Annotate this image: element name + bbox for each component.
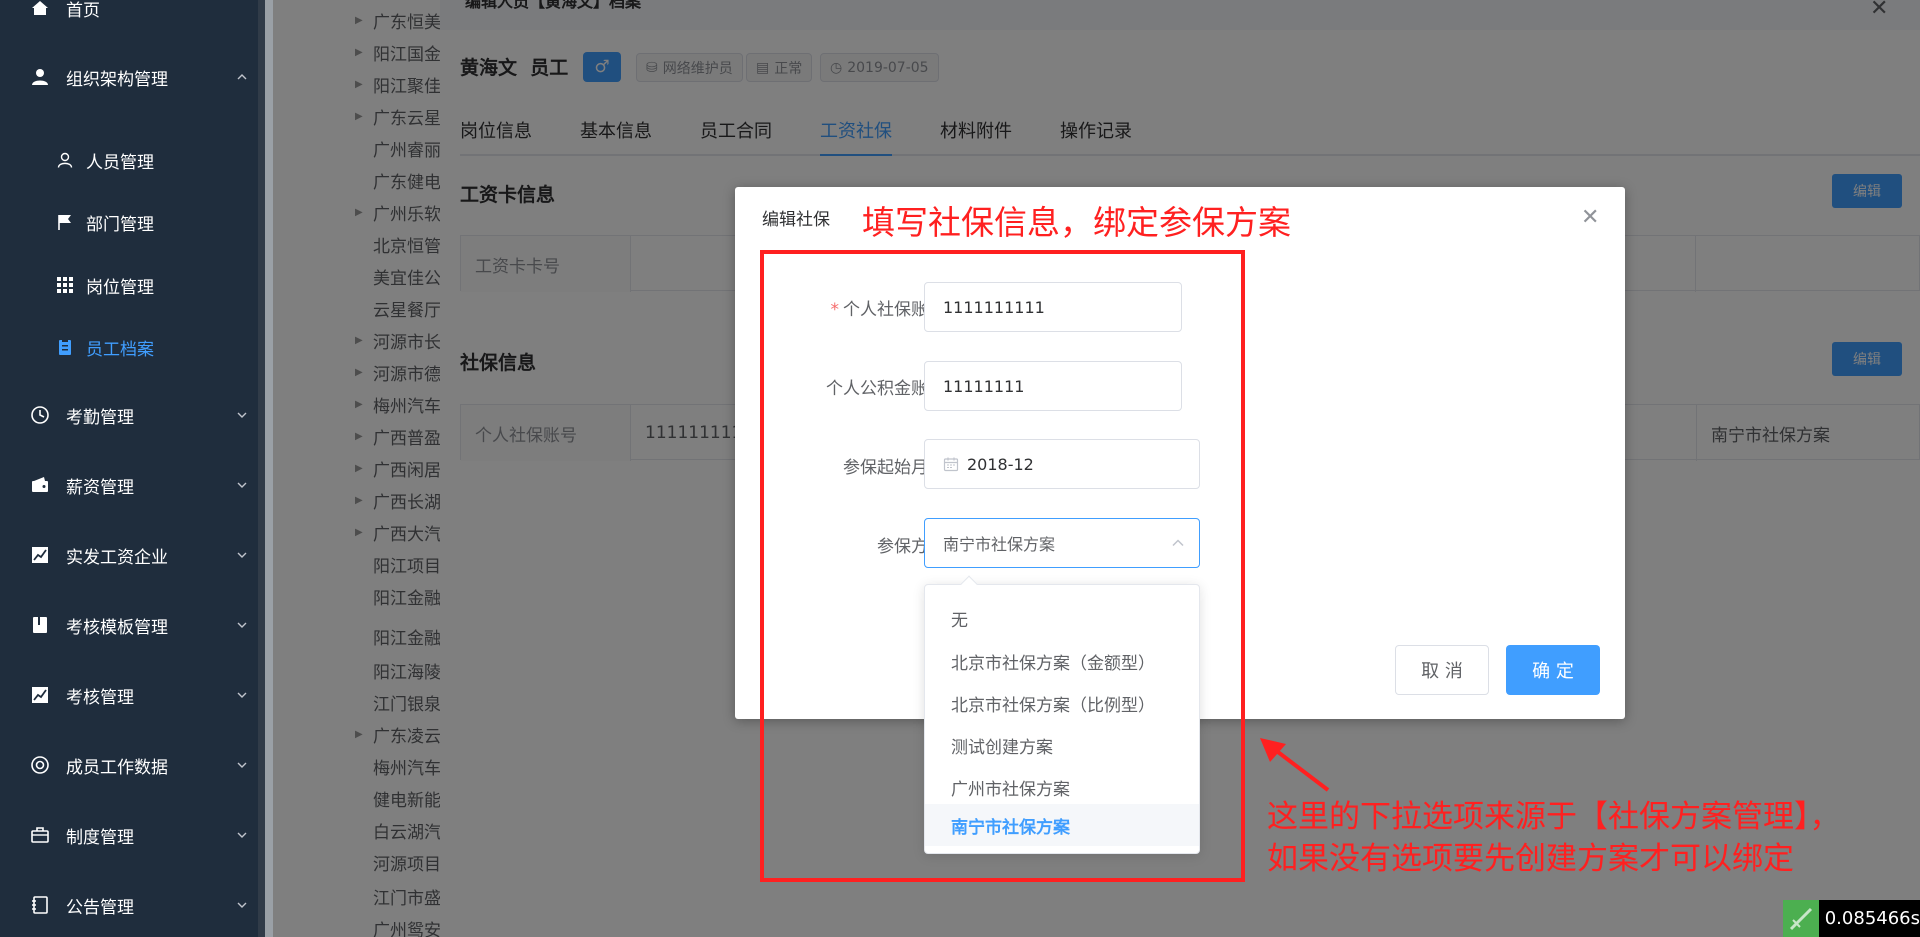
menu-item-label: 成员工作数据 [66, 757, 168, 778]
leaf-icon [1783, 900, 1819, 937]
menu-item-notice[interactable]: 公告管理 [0, 877, 258, 933]
timer-badge: 0.085466s [1783, 900, 1920, 937]
close-icon[interactable]: ✕ [1581, 205, 1599, 230]
sidebar-item-label: 人员管理 [86, 152, 154, 173]
chevron-down-icon [237, 762, 247, 768]
user-icon [30, 67, 50, 87]
clipboard-icon [56, 338, 74, 356]
menu-item-label: 首页 [66, 0, 100, 21]
annotation-arrow [1260, 738, 1330, 792]
wallet-icon [30, 475, 50, 495]
menu-item-label: 公告管理 [66, 897, 134, 918]
menu-item-actual-salary[interactable]: 实发工资企业 [0, 527, 258, 583]
menu-item-work-data[interactable]: 成员工作数据 [0, 737, 258, 793]
chart-icon [30, 545, 50, 565]
grid-icon [56, 276, 74, 294]
sidebar-item-label: 员工档案 [86, 339, 154, 360]
menu-item-label: 实发工资企业 [66, 547, 168, 568]
sidebar-item-post[interactable]: 岗位管理 [0, 260, 258, 310]
menu-item-assess-template[interactable]: 考核模板管理 [0, 597, 258, 653]
sidebar-item-label: 部门管理 [86, 214, 154, 235]
dialog-title: 编辑社保 [762, 210, 830, 230]
home-icon [30, 0, 50, 18]
confirm-button[interactable]: 确 定 [1506, 645, 1600, 695]
menu-item-label: 考核模板管理 [66, 617, 168, 638]
chevron-down-icon [237, 552, 247, 558]
chevron-down-icon [237, 482, 247, 488]
annotation-top: 填写社保信息，绑定参保方案 [862, 203, 1291, 242]
menu-item-label: 考核管理 [66, 687, 134, 708]
menu-item-assess[interactable]: 考核管理 [0, 667, 258, 723]
briefcase-icon [30, 825, 50, 845]
timer-value: 0.085466s [1824, 908, 1920, 929]
sidebar-scrollbar-track [258, 0, 265, 937]
menu-item-home[interactable]: 首页 [0, 0, 258, 36]
menu-item-label: 制度管理 [66, 827, 134, 848]
chevron-down-icon [237, 412, 247, 418]
sidebar-item-label: 岗位管理 [86, 277, 154, 298]
sidebar-item-employee-archive[interactable]: 员工档案 [0, 322, 258, 372]
clock-icon [30, 405, 50, 425]
annotation-bottom: 这里的下拉选项来源于【社保方案管理】， 如果没有选项要先创建方案才可以绑定 [1267, 799, 1841, 877]
book-icon [30, 615, 50, 635]
chevron-down-icon [237, 692, 247, 698]
sidebar: 首页 组织架构管理 人员管理 部门管理 岗位管理 员工档案 考勤管理 薪资管理 … [0, 0, 258, 937]
chevron-down-icon [237, 902, 247, 908]
annotation-box [760, 250, 1245, 882]
chart-icon [30, 685, 50, 705]
menu-item-salary[interactable]: 薪资管理 [0, 457, 258, 513]
notebook-icon [30, 895, 50, 915]
chevron-down-icon [237, 832, 247, 838]
cancel-button[interactable]: 取 消 [1395, 645, 1489, 695]
chevron-up-icon [237, 74, 247, 80]
sidebar-item-staff[interactable]: 人员管理 [0, 135, 258, 185]
menu-item-attendance[interactable]: 考勤管理 [0, 387, 258, 443]
chevron-down-icon [237, 622, 247, 628]
lifebuoy-icon [30, 755, 50, 775]
sidebar-scrollbar[interactable] [265, 0, 273, 937]
menu-item-label: 薪资管理 [66, 477, 134, 498]
person-outline-icon [56, 151, 74, 169]
menu-item-org[interactable]: 组织架构管理 [0, 49, 258, 105]
menu-item-policy[interactable]: 制度管理 [0, 807, 258, 863]
menu-item-label: 考勤管理 [66, 407, 134, 428]
sidebar-item-dept[interactable]: 部门管理 [0, 197, 258, 247]
menu-item-label: 组织架构管理 [66, 69, 168, 90]
flag-icon [56, 213, 74, 231]
